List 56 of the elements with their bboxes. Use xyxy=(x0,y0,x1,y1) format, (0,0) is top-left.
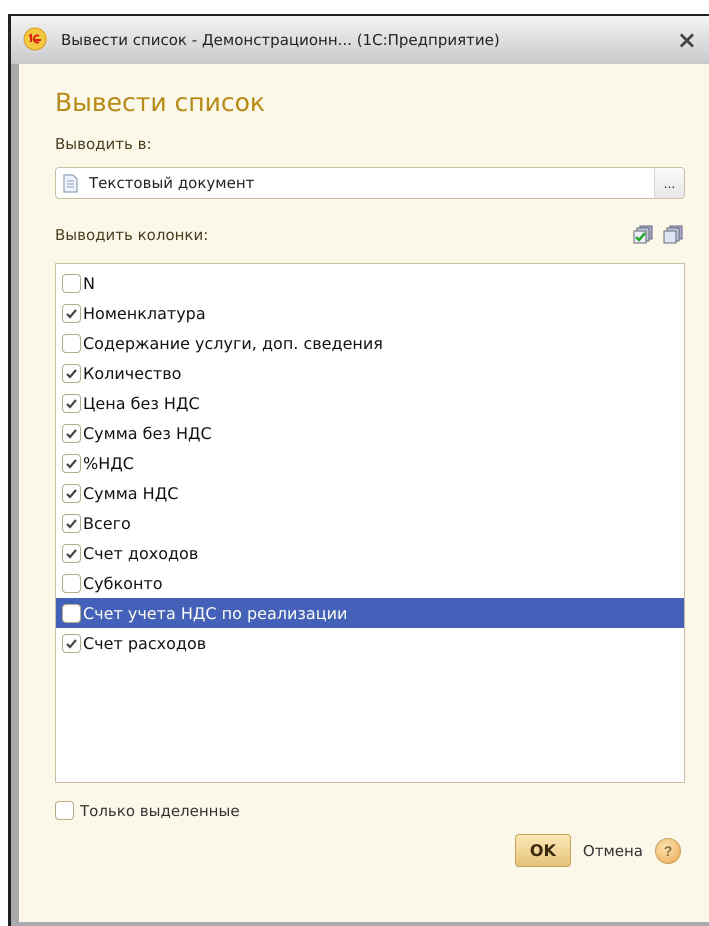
list-item[interactable]: %НДС xyxy=(56,448,684,478)
checkbox[interactable] xyxy=(55,801,74,820)
checkbox[interactable] xyxy=(62,604,81,622)
checked-checkbox[interactable] xyxy=(62,394,81,412)
item-label: Цена без НДС xyxy=(83,394,200,412)
window-title: Вывести список - Демонстрационн... (1С:Предприятие) xyxy=(61,31,501,49)
help-button[interactable]: ? xyxy=(655,838,681,864)
item-label: Количество xyxy=(83,364,182,382)
item-label: Счет доходов xyxy=(83,544,198,562)
close-button[interactable]: × xyxy=(672,26,701,54)
item-label: Субконто xyxy=(83,574,163,592)
columns-label: Выводить колонки: xyxy=(55,226,210,244)
checked-checkbox[interactable] xyxy=(62,484,81,502)
list-item[interactable]: N xyxy=(56,268,684,298)
item-label: Содержание услуги, доп. сведения xyxy=(83,334,383,352)
item-label: Всего xyxy=(83,514,131,532)
field-value: Текстовый документ xyxy=(89,174,256,192)
item-label: Сумма без НДС xyxy=(83,424,212,442)
checked-checkbox[interactable] xyxy=(62,454,81,472)
list-item[interactable]: Всего xyxy=(56,508,684,538)
ok-button[interactable]: OK xyxy=(514,834,571,867)
uncheck-all-icon[interactable] xyxy=(663,225,685,245)
item-label: %НДС xyxy=(83,454,134,472)
list-item[interactable]: Номенклатура xyxy=(56,298,684,328)
checked-checkbox[interactable] xyxy=(62,544,81,562)
item-label: N xyxy=(83,274,95,292)
list-item[interactable]: Счет расходов xyxy=(56,628,684,658)
list-item[interactable]: Субконто xyxy=(56,568,684,598)
item-label: Счет расходов xyxy=(83,634,206,652)
list-item[interactable]: Цена без НДС xyxy=(56,388,684,418)
checked-checkbox[interactable] xyxy=(62,514,81,532)
list-item[interactable]: Счет доходов xyxy=(56,538,684,568)
checked-checkbox[interactable] xyxy=(62,424,81,442)
checkbox[interactable] xyxy=(62,274,81,292)
app-logo-icon xyxy=(23,27,49,53)
choose-button[interactable]: ... xyxy=(654,168,684,198)
item-label: Сумма НДС xyxy=(83,484,178,502)
list-item[interactable]: Счет учета НДС по реализации xyxy=(56,598,684,628)
check-all-icon[interactable] xyxy=(633,225,655,245)
item-label: Счет учета НДС по реализации xyxy=(83,604,348,622)
field-label: Выводить в: xyxy=(55,135,153,153)
checkbox[interactable] xyxy=(62,334,81,352)
cancel-button[interactable]: Отмена xyxy=(578,842,647,860)
checkbox-label: Только выделенные xyxy=(80,802,240,820)
checked-checkbox[interactable] xyxy=(62,364,81,382)
checked-checkbox[interactable] xyxy=(62,634,81,652)
checkbox[interactable] xyxy=(62,574,81,592)
output-field[interactable]: Текстовый документ ... xyxy=(55,167,685,199)
list-item[interactable]: Содержание услуги, доп. сведения xyxy=(56,328,684,358)
list-item[interactable]: Сумма без НДС xyxy=(56,418,684,448)
list-item[interactable]: Количество xyxy=(56,358,684,388)
list-item[interactable]: Сумма НДС xyxy=(56,478,684,508)
document-icon xyxy=(62,174,79,192)
dialog-heading: Вывести список xyxy=(55,88,266,117)
checked-checkbox[interactable] xyxy=(62,304,81,322)
item-label: Номенклатура xyxy=(83,304,206,322)
